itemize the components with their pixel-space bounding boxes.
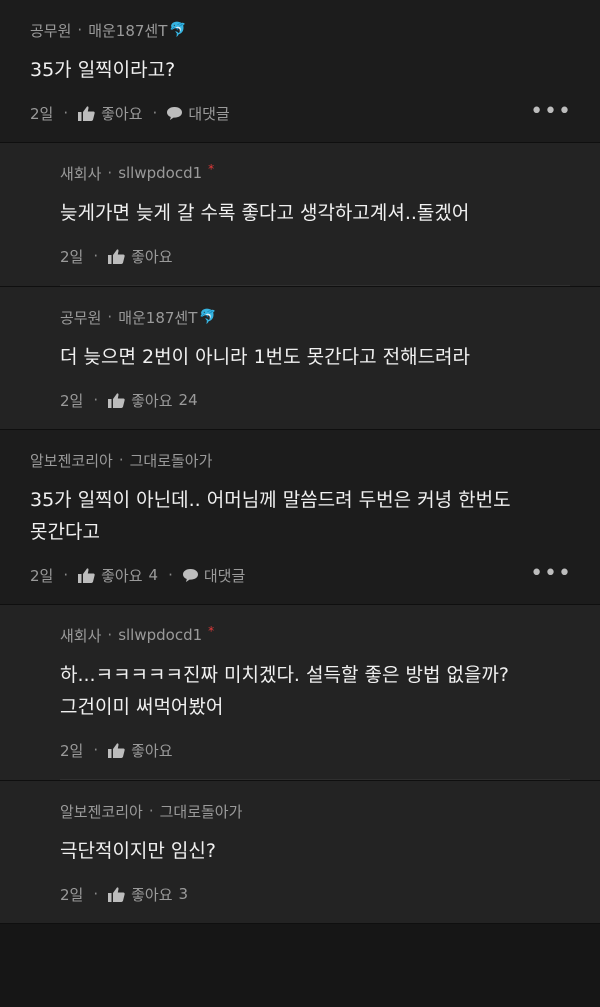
separator-dot: · — [93, 885, 99, 903]
author-company[interactable]: 알보젠코리아 — [60, 801, 143, 822]
like-button[interactable]: 좋아요 — [78, 103, 143, 124]
like-count: 3 — [178, 885, 189, 903]
comment-text: 늦게가면 늦게 갈 수록 좋다고 생각하고계셔..돌겠어 — [60, 202, 470, 224]
separator-dot: · — [107, 626, 113, 644]
dolphin-badge-icon: 🐬 — [199, 309, 217, 325]
separator-dot: · — [63, 104, 69, 122]
author-nickname[interactable]: sllwpdocd1 — [118, 626, 202, 644]
reply-comment: 새회사 · sllwpdocd1 * 하...ㅋㅋㅋㅋㅋ진짜 미치겠다. 설득할… — [0, 605, 600, 781]
separator-dot: · — [93, 391, 99, 409]
comment-date: 2일 — [30, 566, 54, 585]
comment-actions: 2일 · 좋아요 · 대댓글 — [30, 98, 570, 128]
more-icon[interactable]: ••• — [530, 99, 572, 124]
thumbs-up-icon — [108, 742, 125, 758]
like-count: 4 — [148, 566, 159, 584]
comment-date: 2일 — [60, 741, 84, 760]
separator-dot: · — [148, 802, 154, 820]
separator-dot: · — [107, 164, 113, 182]
comment-meta: 알보젠코리아 · 그대로돌아가 — [60, 799, 570, 823]
writer-star-icon: * — [208, 624, 215, 638]
reply-button[interactable]: 대댓글 — [182, 565, 246, 586]
separator-dot: · — [93, 247, 99, 265]
like-label: 좋아요 — [131, 741, 173, 760]
like-label: 좋아요 — [131, 247, 173, 266]
like-button[interactable]: 좋아요 24 — [108, 390, 198, 411]
comment-date: 2일 — [30, 104, 54, 123]
author-company[interactable]: 새회사 — [60, 625, 101, 646]
comment-actions: 2일 · 좋아요 4 · 대댓글 — [30, 560, 570, 590]
comment-meta: 알보젠코리아 · 그대로돌아가 — [30, 448, 570, 472]
like-label: 좋아요 — [101, 566, 143, 585]
separator-dot: · — [63, 566, 69, 584]
dolphin-badge-icon: 🐬 — [169, 22, 187, 38]
thumbs-up-icon — [108, 392, 125, 408]
thumbs-up-icon — [108, 886, 125, 902]
reply-comment: 새회사 · sllwpdocd1 * 늦게가면 늦게 갈 수록 좋다고 생각하고… — [0, 143, 600, 287]
like-button[interactable]: 좋아요 4 — [78, 565, 158, 586]
author-nickname[interactable]: 매운187센T — [118, 307, 197, 328]
like-button[interactable]: 좋아요 — [108, 246, 173, 267]
author-company[interactable]: 새회사 — [60, 163, 101, 184]
separator-dot: · — [107, 308, 113, 326]
comment-meta: 새회사 · sllwpdocd1 * — [60, 623, 570, 647]
reply-label: 대댓글 — [203, 566, 246, 585]
reply-comment: 공무원 · 매운187센T 🐬 더 늦으면 2번이 아니라 1번도 못간다고 전… — [0, 287, 600, 430]
comment-meta: 공무원 · 매운187센T 🐬 — [60, 305, 570, 329]
speech-bubble-icon — [167, 106, 183, 120]
author-nickname[interactable]: sllwpdocd1 — [118, 164, 202, 182]
comment-thread: 공무원 · 매운187센T 🐬 35가 일찍이라고? 2일 · 좋아요 · 대댓… — [0, 0, 600, 924]
more-icon[interactable]: ••• — [530, 561, 572, 586]
thumbs-up-icon — [78, 105, 95, 121]
thumbs-up-icon — [78, 567, 95, 583]
reply-label: 대댓글 — [188, 104, 230, 123]
reply-comment: 알보젠코리아 · 그대로돌아가 극단적이지만 임신? 2일 · 좋아요 3 — [0, 781, 600, 924]
separator-dot: · — [93, 741, 99, 759]
like-count: 24 — [178, 391, 198, 409]
like-label: 좋아요 — [131, 885, 173, 904]
comment-actions: 2일 · 좋아요 — [60, 735, 570, 765]
comment-text: 더 늦으면 2번이 아니라 1번도 못간다고 전해드려라 — [60, 346, 471, 368]
like-label: 좋아요 — [131, 391, 173, 410]
comment-text: 하...ㅋㅋㅋㅋㅋ진짜 미치겠다. 설득할 좋은 방법 없을까? 그건이미 써먹… — [60, 664, 510, 718]
comment-actions: 2일 · 좋아요 24 — [60, 385, 570, 415]
comment-text: 35가 일찍이 아닌데.. 어머님께 말씀드려 두번은 커녕 한번도 못간다고 — [30, 489, 511, 543]
comment-date: 2일 — [60, 885, 84, 904]
reply-button[interactable]: 대댓글 — [167, 103, 230, 124]
separator-dot: · — [168, 566, 173, 584]
comment-meta: 공무원 · 매운187센T 🐬 — [30, 18, 570, 42]
comment-meta: 새회사 · sllwpdocd1 * — [60, 161, 570, 185]
author-nickname[interactable]: 매운187센T — [88, 20, 167, 41]
comment-text: 35가 일찍이라고? — [30, 59, 176, 81]
author-company[interactable]: 알보젠코리아 — [30, 450, 113, 471]
author-company[interactable]: 공무원 — [30, 20, 71, 41]
separator-dot: · — [77, 21, 83, 39]
speech-bubble-icon — [182, 568, 198, 582]
like-button[interactable]: 좋아요 3 — [108, 884, 188, 905]
comment-date: 2일 — [60, 247, 84, 266]
thumbs-up-icon — [108, 248, 125, 264]
like-label: 좋아요 — [101, 104, 143, 123]
author-company[interactable]: 공무원 — [60, 307, 101, 328]
comment-actions: 2일 · 좋아요 — [60, 241, 570, 271]
comment: 알보젠코리아 · 그대로돌아가 35가 일찍이 아닌데.. 어머님께 말씀드려 … — [0, 430, 600, 605]
writer-star-icon: * — [208, 162, 215, 176]
author-nickname[interactable]: 그대로돌아가 — [160, 801, 243, 822]
like-button[interactable]: 좋아요 — [108, 740, 173, 761]
comment: 공무원 · 매운187센T 🐬 35가 일찍이라고? 2일 · 좋아요 · 대댓… — [0, 0, 600, 143]
author-nickname[interactable]: 그대로돌아가 — [130, 450, 213, 471]
comment-actions: 2일 · 좋아요 3 — [60, 879, 570, 909]
comment-text: 극단적이지만 임신? — [60, 840, 216, 862]
comment-date: 2일 — [60, 391, 84, 410]
separator-dot: · — [118, 451, 124, 469]
separator-dot: · — [152, 104, 158, 122]
